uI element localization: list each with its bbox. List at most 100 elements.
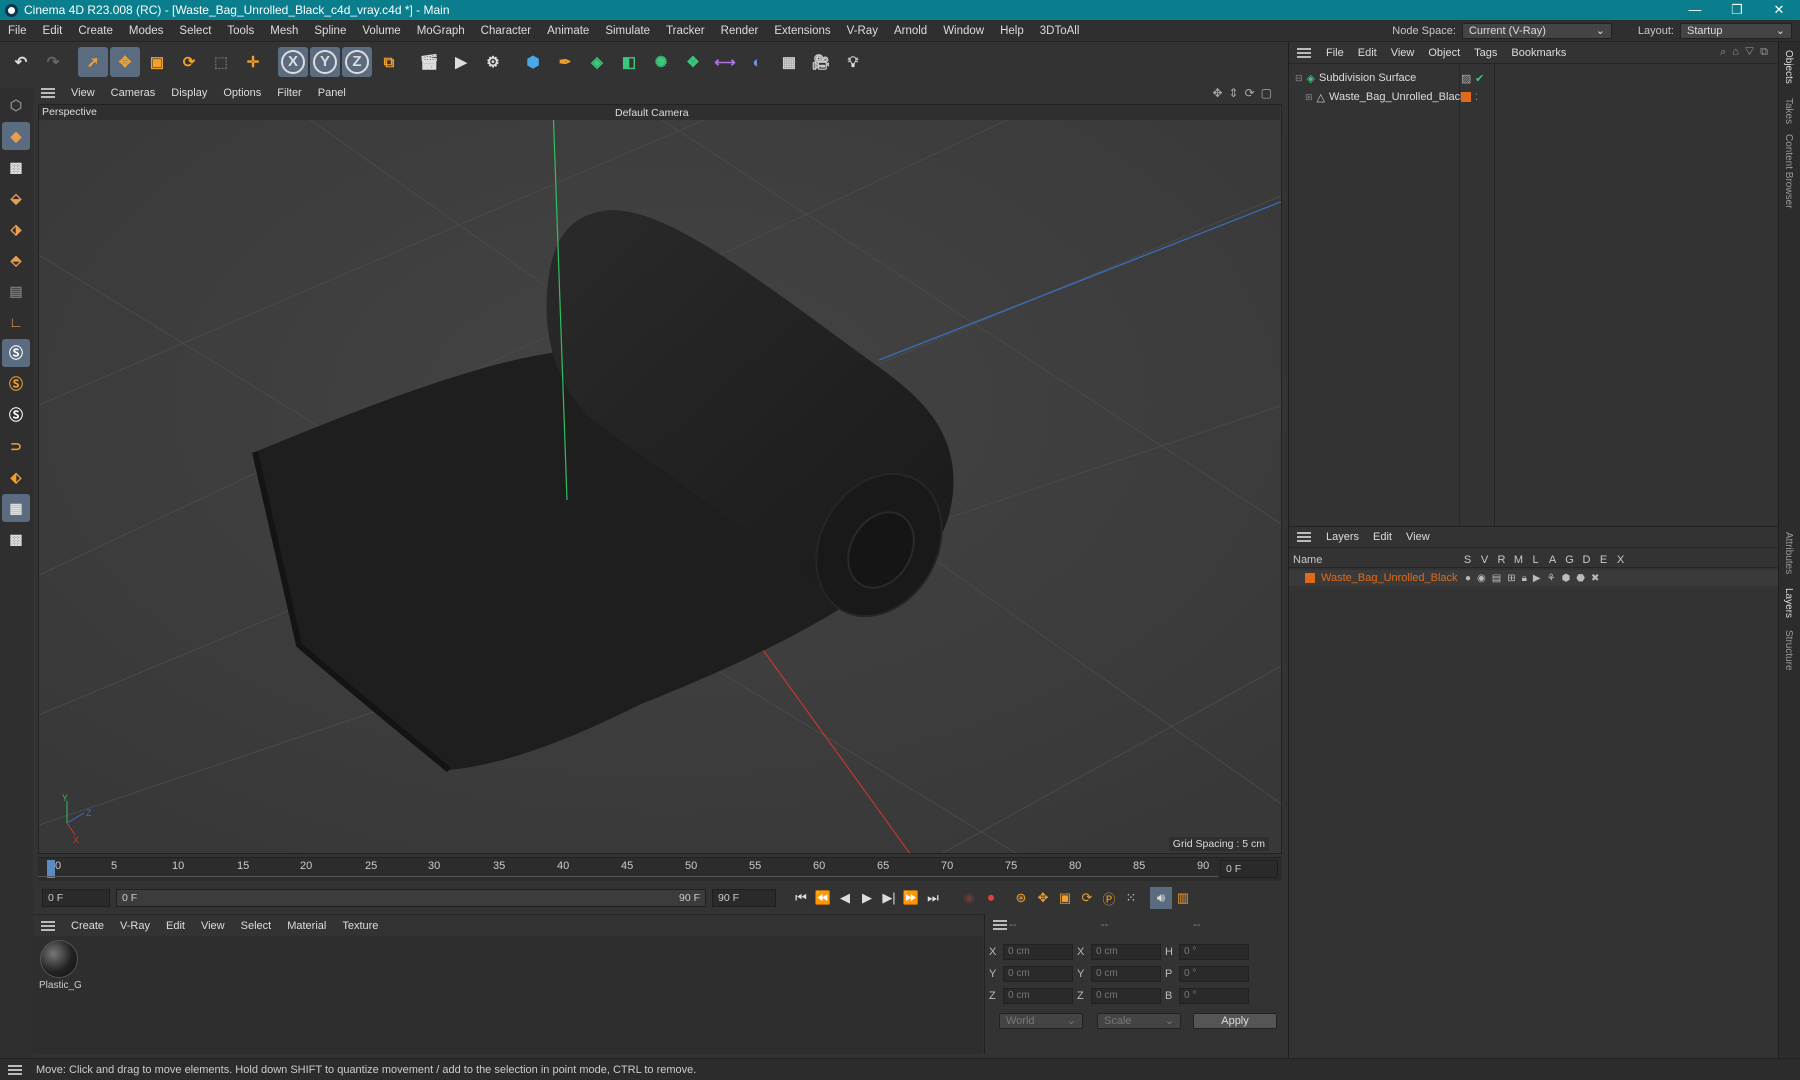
- tab-takes[interactable]: Takes: [1783, 98, 1794, 124]
- layer-color-swatch[interactable]: [1461, 92, 1471, 102]
- menu-3dtoall[interactable]: 3DToAll: [1032, 25, 1088, 37]
- coord-scale-dropdown[interactable]: Scale ⌄: [1097, 1013, 1181, 1029]
- pen-spline-button[interactable]: ✒: [550, 47, 580, 77]
- render-settings-button[interactable]: ⚙: [478, 47, 508, 77]
- cloner-button[interactable]: ✺: [646, 47, 676, 77]
- viewport-menu-display[interactable]: Display: [163, 87, 215, 99]
- model-mode-button[interactable]: ◆: [2, 122, 30, 150]
- rot-h-field[interactable]: 0 °: [1179, 944, 1249, 960]
- z-axis-lock-button[interactable]: Z: [342, 47, 372, 77]
- key-rotation-button[interactable]: ⟳: [1076, 887, 1098, 909]
- key-pla-button[interactable]: ⁙: [1120, 887, 1142, 909]
- last-tool-button[interactable]: ⬚: [206, 47, 236, 77]
- uv-mode-button[interactable]: ▤: [2, 277, 30, 305]
- menu-spline[interactable]: Spline: [306, 25, 354, 37]
- tab-layers[interactable]: Layers: [1783, 588, 1794, 618]
- material-menu-texture[interactable]: Texture: [334, 920, 386, 932]
- menu-mograph[interactable]: MoGraph: [409, 25, 473, 37]
- apply-button[interactable]: Apply: [1193, 1013, 1277, 1029]
- layers-menu-layers[interactable]: Layers: [1319, 531, 1366, 543]
- rot-p-field[interactable]: 0 °: [1179, 966, 1249, 982]
- tab-content-browser[interactable]: Content Browser: [1783, 134, 1794, 208]
- object-menu-view[interactable]: View: [1384, 47, 1422, 59]
- key-parameter-button[interactable]: Ⓟ: [1098, 887, 1120, 909]
- object-menu-tags[interactable]: Tags: [1467, 47, 1504, 59]
- autokey-button[interactable]: ⏺: [980, 887, 1002, 909]
- menu-vray[interactable]: V-Ray: [839, 25, 886, 37]
- viewport-menu-view[interactable]: View: [63, 87, 103, 99]
- tab-attributes[interactable]: Attributes: [1783, 532, 1794, 574]
- key-position-button[interactable]: ✥: [1032, 887, 1054, 909]
- menu-extensions[interactable]: Extensions: [766, 25, 838, 37]
- rot-b-field[interactable]: 0 °: [1179, 988, 1249, 1004]
- quantize-button[interactable]: Ⓢ: [2, 401, 30, 429]
- light-button[interactable]: 💡︎: [838, 47, 868, 77]
- layers-menu-view[interactable]: View: [1399, 531, 1437, 543]
- collapse-icon[interactable]: ⊟: [1295, 73, 1303, 84]
- viewport-menu-cameras[interactable]: Cameras: [103, 87, 164, 99]
- end-frame-field[interactable]: 90 F: [712, 889, 776, 907]
- pos-x-field[interactable]: 0 cm: [1003, 944, 1073, 960]
- snap-button[interactable]: Ⓢ: [2, 339, 30, 367]
- live-selection-button[interactable]: ➚: [78, 47, 108, 77]
- material-item[interactable]: Plastic_G: [39, 940, 82, 991]
- viewport-menu-filter[interactable]: Filter: [269, 87, 309, 99]
- object-menu-file[interactable]: File: [1319, 47, 1351, 59]
- layer-row[interactable]: Waste_Bag_Unrolled_Black ●◉▤⊞🔒︎▶⚘⬢⬣✖: [1289, 570, 1779, 586]
- material-menu-view[interactable]: View: [193, 920, 233, 932]
- menu-edit[interactable]: Edit: [35, 25, 71, 37]
- viewport-menu-options[interactable]: Options: [215, 87, 269, 99]
- frame-range-slider[interactable]: 0 F 90 F: [116, 889, 706, 907]
- prev-key-button[interactable]: ⏪: [812, 887, 834, 909]
- object-menu-edit[interactable]: Edit: [1351, 47, 1384, 59]
- timeline-ruler[interactable]: 0 5 10 15 20 25 30 35 40 45 50 55 60 65 …: [38, 857, 1282, 881]
- make-editable-button[interactable]: ⬡: [2, 91, 30, 119]
- menu-animate[interactable]: Animate: [539, 25, 597, 37]
- undo-button[interactable]: ↶: [6, 47, 36, 77]
- menu-mesh[interactable]: Mesh: [262, 25, 306, 37]
- subdivision-surface-button[interactable]: ◈: [582, 47, 612, 77]
- maximize-button[interactable]: ❐: [1716, 2, 1758, 18]
- node-space-dropdown[interactable]: Current (V-Ray) ⌄: [1461, 22, 1612, 39]
- extrude-button[interactable]: ◧: [614, 47, 644, 77]
- visibility-dots-icon[interactable]: ⁚: [1475, 92, 1478, 103]
- grid-button[interactable]: ▦: [2, 494, 30, 522]
- viewport-menu-panel[interactable]: Panel: [310, 87, 354, 99]
- scale-tool-button[interactable]: ▣: [142, 47, 172, 77]
- record-button[interactable]: ◉: [958, 887, 980, 909]
- coordinate-system-button[interactable]: ⧉: [374, 47, 404, 77]
- next-frame-button[interactable]: ▶|: [878, 887, 900, 909]
- camera-label[interactable]: Default Camera: [615, 107, 689, 119]
- start-frame-field[interactable]: 0 F: [42, 889, 110, 907]
- menu-modes[interactable]: Modes: [121, 25, 172, 37]
- minimize-button[interactable]: —: [1674, 2, 1716, 18]
- close-button[interactable]: ✕: [1758, 2, 1800, 18]
- layer-color-swatch[interactable]: [1305, 573, 1315, 583]
- texture-mode-button[interactable]: ▩: [2, 153, 30, 181]
- object-row-subdivision-surface[interactable]: ⊟ ◈ Subdivision Surface ▨ ✔: [1289, 70, 1779, 86]
- render-view-button[interactable]: 🎬︎: [414, 47, 444, 77]
- axis-mode-button[interactable]: ∟: [2, 308, 30, 336]
- coord-mode-dropdown[interactable]: World ⌄: [999, 1013, 1083, 1029]
- menu-arnold[interactable]: Arnold: [886, 25, 935, 37]
- render-picture-viewer-button[interactable]: ▶: [446, 47, 476, 77]
- collapse-icon[interactable]: ⊞: [1305, 92, 1313, 103]
- field-button[interactable]: ◐: [742, 47, 772, 77]
- menu-volume[interactable]: Volume: [354, 25, 408, 37]
- snap-settings-button[interactable]: Ⓢ: [2, 370, 30, 398]
- menu-file[interactable]: File: [0, 25, 35, 37]
- menu-character[interactable]: Character: [473, 25, 540, 37]
- hamburger-icon[interactable]: [41, 88, 55, 98]
- timeline-window-button[interactable]: ▥: [1172, 887, 1194, 909]
- layout-dropdown[interactable]: Startup ⌄: [1680, 22, 1792, 39]
- mograph-button[interactable]: ❖: [678, 47, 708, 77]
- magnet-button[interactable]: ⊃: [2, 432, 30, 460]
- play-button[interactable]: ▶: [856, 887, 878, 909]
- cube-object-button[interactable]: ⬢: [518, 47, 548, 77]
- object-manager-tools[interactable]: ⌕⌂▽⧉: [1720, 46, 1778, 59]
- current-frame-field[interactable]: 0 F: [1220, 860, 1278, 878]
- menu-tracker[interactable]: Tracker: [658, 25, 713, 37]
- points-mode-button[interactable]: ⬙: [2, 184, 30, 212]
- menu-tools[interactable]: Tools: [219, 25, 262, 37]
- polygons-mode-button[interactable]: ⬘: [2, 246, 30, 274]
